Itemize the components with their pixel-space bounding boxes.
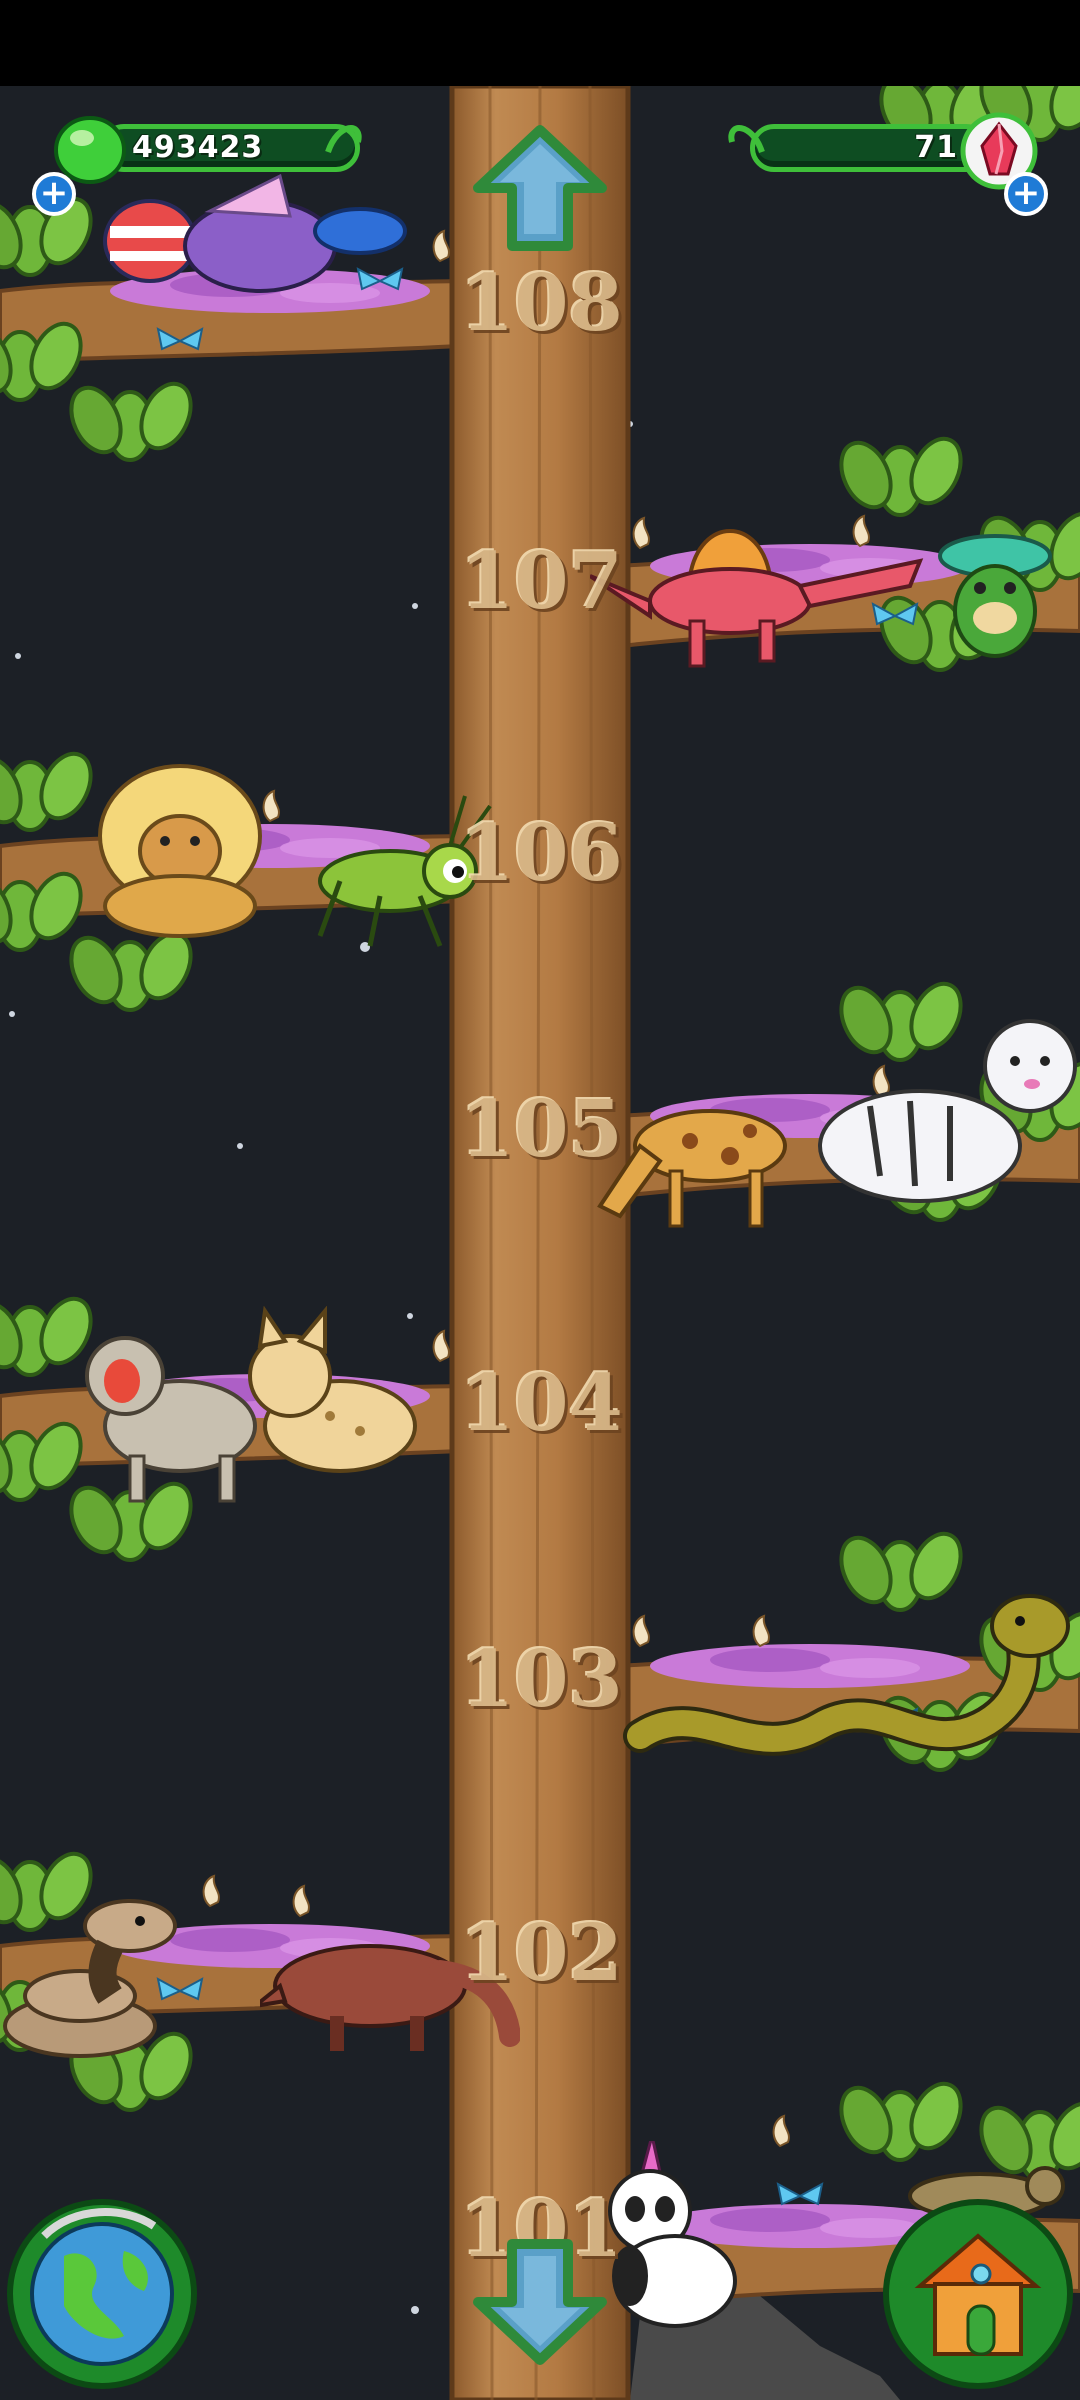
vine-curl-icon-2 [728,125,765,154]
arrow-down-icon [473,2239,607,2365]
purple-bird-icon[interactable] [200,256,240,286]
vine-curl-icon [325,125,362,154]
home-button[interactable] [880,2196,1076,2392]
house-icon [883,2199,1073,2389]
clown-fish-icon[interactable] [90,171,410,311]
world-map-button[interactable] [4,2196,200,2392]
scroll-up-button[interactable] [470,124,610,254]
cobra-snake-icon[interactable] [620,1586,1080,1786]
floor-label-107: 107 [460,536,623,627]
scroll-down-button[interactable] [470,2236,610,2366]
rattlesnake-icon[interactable] [0,1886,200,2066]
floor-label-103: 103 [460,1634,623,1725]
rubies-value: 71 [914,130,958,165]
arrow-up-icon [473,125,607,251]
tree-scene: 108 107 106 105 104 103 102 101 493423 +… [0,86,1080,2400]
rubies-counter: 71 [728,112,1050,190]
lynx-icon[interactable] [230,1306,430,1506]
gems-counter: 493423 [30,116,362,184]
floor-label-108: 108 [460,258,623,349]
green-frog-icon[interactable] [935,526,1055,676]
blue-fish-icon[interactable] [330,206,370,236]
floor-label-104: 104 [460,1358,623,1449]
globe-icon [7,2199,197,2389]
add-gems-button[interactable]: + [32,172,76,216]
golden-lion-icon[interactable] [80,756,280,946]
floor-label-106: 106 [460,808,623,899]
floor-label-105: 105 [460,1084,623,1175]
white-tiger-icon[interactable] [800,1006,1080,1226]
add-rubies-button[interactable]: + [1004,172,1048,216]
gems-value: 493423 [132,130,264,165]
status-bar [0,0,1080,86]
dimetrodon-dino-icon[interactable] [590,506,930,686]
floor-label-102: 102 [460,1908,623,1999]
